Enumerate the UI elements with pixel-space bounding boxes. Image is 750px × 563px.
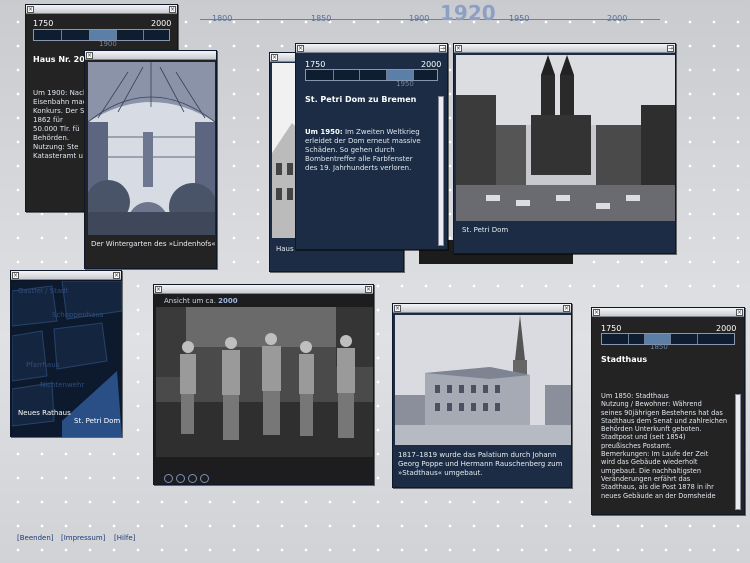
window-stadthaus[interactable]: × × 1750 2000 1850 Stadthaus Um 1850: Sta… [591, 307, 745, 515]
range-start-label: 1750 [33, 19, 54, 28]
title-bar[interactable]: × × [154, 285, 373, 294]
window-map[interactable]: × × Gastfel / Stadt Pfarrhaus Nichtenwehr… [10, 270, 122, 437]
map-label-neues-rathaus[interactable]: Neues Rathaus [18, 409, 71, 417]
timeline-tick[interactable]: 1850 [311, 14, 331, 23]
timeline-tick[interactable]: 1950 [509, 14, 529, 23]
year-slider[interactable] [305, 69, 438, 81]
play-icon[interactable] [164, 474, 173, 483]
wintergarten-photo [88, 62, 215, 235]
map-label: Pfarrhaus [26, 361, 60, 369]
photo-caption: St. Petri Dom [462, 226, 509, 234]
title-bar[interactable]: × × [26, 5, 177, 14]
detach-icon[interactable]: → [667, 45, 674, 52]
close-icon[interactable]: × [27, 6, 34, 13]
range-end-label: 2000 [716, 324, 737, 333]
range-start-label: 1750 [601, 324, 622, 333]
photo-caption: 1817–1819 wurde das Palatium durch Johan… [398, 451, 563, 477]
timeline-tick[interactable]: 2000 [607, 14, 627, 23]
group-photo [156, 307, 373, 457]
photo-caption: Haus [276, 245, 294, 253]
window-dom-photo[interactable]: × → St. Petri Dom [453, 43, 676, 254]
range-end-label: 2000 [421, 60, 442, 69]
forward-icon[interactable] [188, 474, 197, 483]
dom-photo [456, 55, 675, 221]
map-label-st-petri-dom[interactable]: St. Petri Dom [74, 417, 120, 425]
close-icon[interactable]: × [271, 54, 278, 61]
impressum-link[interactable]: [Impressum] [61, 534, 105, 542]
title-bar[interactable]: × [85, 51, 216, 60]
selected-year: 1950 [396, 80, 414, 88]
close-icon[interactable]: × [736, 309, 743, 316]
close-icon[interactable]: × [593, 309, 600, 316]
slider-handle[interactable] [386, 70, 413, 80]
close-icon[interactable]: × [155, 286, 162, 293]
body-text: Um 1850: Stadthaus Nutzung / Bewohner: Wä… [601, 392, 728, 500]
window-palatium[interactable]: × × 1817–1819 wurde das Palatium durch Jo… [392, 303, 572, 488]
detach-icon[interactable]: → [439, 45, 446, 52]
window-title: St. Petri Dom zu Bremen [305, 95, 417, 104]
title-bar[interactable]: × × [393, 304, 571, 313]
palatium-engraving [395, 315, 571, 445]
scrollbar[interactable] [735, 394, 741, 510]
help-link[interactable]: [Hilfe] [114, 534, 135, 542]
window-title: Haus Nr. 20 [33, 55, 85, 64]
window-group-photo[interactable]: × × Ansicht um ca. 2000 [153, 284, 374, 485]
timeline-tick[interactable]: 1900 [409, 14, 429, 23]
quit-link[interactable]: [Beenden] [17, 534, 54, 542]
selected-year: 1900 [99, 40, 117, 48]
close-icon[interactable]: × [169, 6, 176, 13]
scrollbar[interactable] [438, 96, 444, 246]
title-bar[interactable]: × × [592, 308, 744, 317]
title-bar[interactable]: × × [11, 271, 121, 280]
timeline-current-year[interactable]: 1920 [440, 1, 496, 25]
back-icon[interactable] [176, 474, 185, 483]
range-end-label: 2000 [151, 19, 172, 28]
photo-caption: Ansicht um ca. 2000 [164, 297, 238, 305]
close-icon[interactable]: × [365, 286, 372, 293]
close-icon[interactable]: × [455, 45, 462, 52]
timeline-tick[interactable]: 1800 [212, 14, 232, 23]
selected-year: 1850 [650, 343, 668, 351]
city-map[interactable]: Gastfel / Stadt Pfarrhaus Nichtenwehr Sc… [12, 281, 122, 437]
close-icon[interactable]: × [12, 272, 19, 279]
map-label: Nichtenwehr [40, 381, 85, 389]
map-label: Schoppenhaus [52, 311, 104, 319]
close-icon[interactable]: × [394, 305, 401, 312]
timeline-axis [200, 19, 660, 20]
title-bar[interactable]: × → [296, 44, 447, 53]
close-icon[interactable]: × [563, 305, 570, 312]
window-dom-text[interactable]: × → 1750 2000 1950 St. Petri Dom zu Breme… [295, 43, 448, 250]
help-icon[interactable] [200, 474, 209, 483]
close-icon[interactable]: × [86, 52, 93, 59]
map-label: Gastfel / Stadt [18, 287, 69, 295]
year-slider[interactable] [601, 333, 735, 345]
photo-caption: Der Wintergarten des »Lindenhofs« [91, 240, 216, 248]
close-icon[interactable]: × [113, 272, 120, 279]
window-title: Stadthaus [601, 355, 648, 364]
title-bar[interactable]: × → [454, 44, 675, 53]
slider-handle[interactable] [89, 30, 116, 40]
window-wintergarten[interactable]: × Der Wintergarten des »Lindenhofs« [84, 50, 217, 269]
close-icon[interactable]: × [297, 45, 304, 52]
range-start-label: 1750 [305, 60, 326, 69]
body-text: Um 1950: Im Zweiten Weltkrieg erleidet d… [305, 128, 421, 172]
